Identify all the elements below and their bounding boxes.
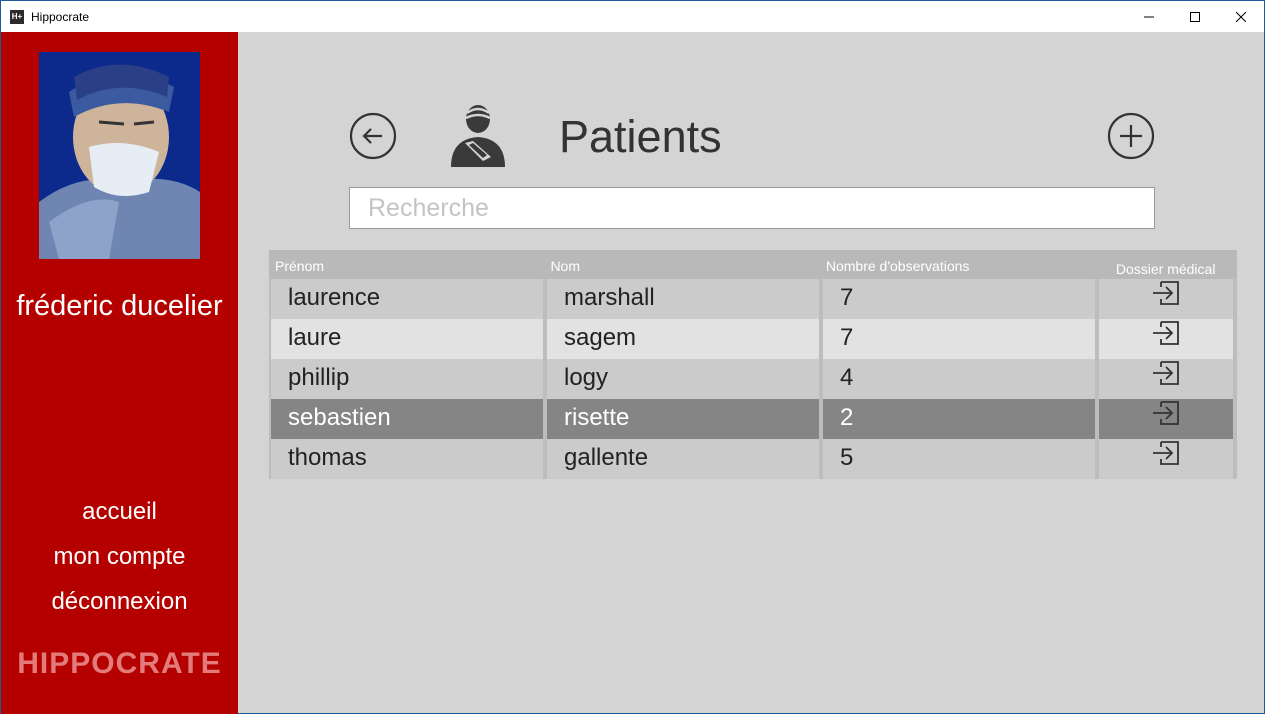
cell-nom: sagem xyxy=(547,319,819,359)
minimize-button[interactable] xyxy=(1126,1,1172,32)
column-header-nom[interactable]: Nom xyxy=(544,250,819,279)
app-window: H+ Hippocrate fréderic ducelier accueil … xyxy=(0,0,1265,714)
open-dossier-button[interactable] xyxy=(1099,439,1233,479)
open-dossier-button[interactable] xyxy=(1099,399,1233,439)
cell-observations: 5 xyxy=(823,439,1095,479)
table-row[interactable]: laurence marshall 7 xyxy=(269,279,1237,319)
table-row[interactable]: sebastien risette 2 xyxy=(269,399,1237,439)
cell-prenom: phillip xyxy=(271,359,543,399)
nav-item-deconnexion[interactable]: déconnexion xyxy=(1,582,238,627)
cell-nom: marshall xyxy=(547,279,819,319)
window-title: Hippocrate xyxy=(31,9,90,24)
close-icon xyxy=(1236,11,1246,22)
user-name: fréderic ducelier xyxy=(16,290,223,322)
app-logo: HIPPOCRATE xyxy=(17,647,222,680)
open-file-icon xyxy=(1150,438,1182,480)
cell-nom: logy xyxy=(547,359,819,399)
column-header-dossier[interactable]: Dossier médical xyxy=(1096,250,1235,279)
add-patient-button[interactable] xyxy=(1107,112,1155,160)
table-row[interactable]: laure sagem 7 xyxy=(269,319,1237,359)
sidebar-nav: accueil mon compte déconnexion xyxy=(1,492,238,627)
table-body: laurence marshall 7 laure sagem 7 phillip logy 4… xyxy=(269,279,1237,479)
search-input[interactable] xyxy=(349,187,1155,229)
table-row[interactable]: thomas gallente 5 xyxy=(269,439,1237,479)
open-file-icon xyxy=(1150,278,1182,320)
page-title: Patients xyxy=(559,111,722,162)
arrow-left-circle-icon xyxy=(349,112,397,160)
patients-table: Prénom Nom Nombre d'observations Dossier… xyxy=(269,250,1237,479)
open-file-icon xyxy=(1150,318,1182,360)
maximize-icon xyxy=(1190,11,1200,22)
table-row[interactable]: phillip logy 4 xyxy=(269,359,1237,399)
plus-circle-icon xyxy=(1107,112,1155,160)
patient-icon xyxy=(447,103,509,167)
cell-prenom: laure xyxy=(271,319,543,359)
cell-observations: 7 xyxy=(823,319,1095,359)
window-controls xyxy=(1126,1,1264,32)
open-dossier-button[interactable] xyxy=(1099,319,1233,359)
close-button[interactable] xyxy=(1218,1,1264,32)
cell-observations: 2 xyxy=(823,399,1095,439)
open-dossier-button[interactable] xyxy=(1099,279,1233,319)
title-bar: H+ Hippocrate xyxy=(1,1,1264,32)
sidebar: fréderic ducelier accueil mon compte déc… xyxy=(1,32,238,714)
open-dossier-button[interactable] xyxy=(1099,359,1233,399)
cell-prenom: laurence xyxy=(271,279,543,319)
column-header-observations[interactable]: Nombre d'observations xyxy=(820,250,1096,279)
nav-item-mon-compte[interactable]: mon compte xyxy=(1,537,238,582)
open-file-icon xyxy=(1150,358,1182,400)
open-file-icon xyxy=(1150,398,1182,440)
column-header-prenom[interactable]: Prénom xyxy=(269,250,544,279)
back-button[interactable] xyxy=(349,112,397,160)
avatar xyxy=(39,52,200,259)
cell-nom: gallente xyxy=(547,439,819,479)
table-header: Prénom Nom Nombre d'observations Dossier… xyxy=(269,250,1237,279)
minimize-icon xyxy=(1144,16,1154,17)
cell-observations: 4 xyxy=(823,359,1095,399)
app-icon: H+ xyxy=(10,9,24,24)
surgeon-avatar-image xyxy=(39,52,200,259)
cell-observations: 7 xyxy=(823,279,1095,319)
cell-nom: risette xyxy=(547,399,819,439)
cell-prenom: thomas xyxy=(271,439,543,479)
maximize-button[interactable] xyxy=(1172,1,1218,32)
nav-item-accueil[interactable]: accueil xyxy=(1,492,238,537)
cell-prenom: sebastien xyxy=(271,399,543,439)
